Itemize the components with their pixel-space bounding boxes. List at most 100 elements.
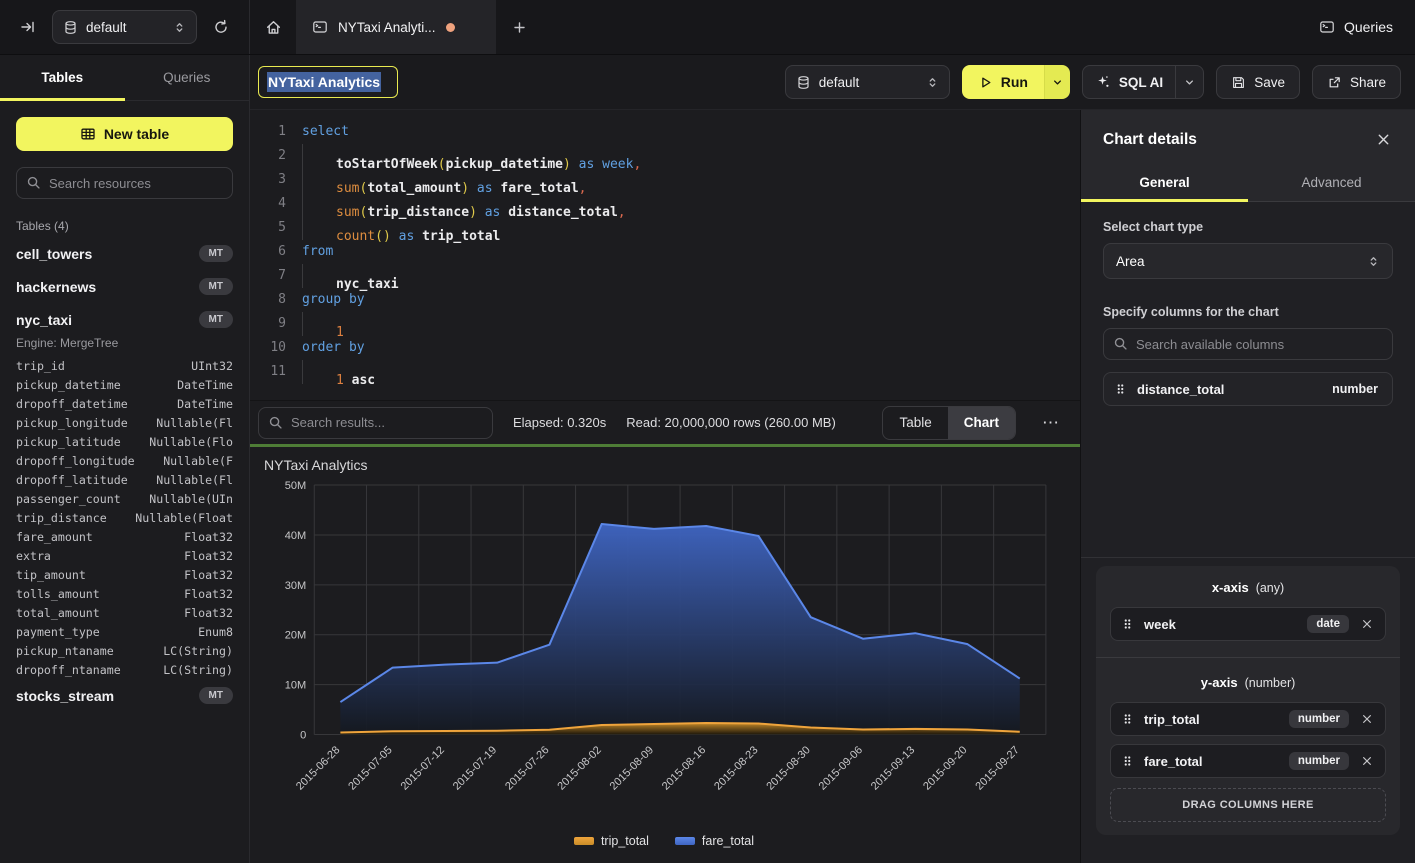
table-row[interactable]: stocks_streamMT [0, 679, 249, 712]
column-row[interactable]: total_amountFloat32 [0, 603, 249, 622]
column-type: UInt32 [191, 359, 233, 373]
remove-column-button[interactable] [1359, 711, 1375, 727]
column-row[interactable]: trip_idUInt32 [0, 356, 249, 375]
drop-zone[interactable]: DRAG COLUMNS HERE [1110, 788, 1386, 822]
more-options-button[interactable]: ⋯ [1036, 409, 1066, 437]
elapsed-stat: Elapsed: 0.320s [513, 415, 606, 430]
queries-button[interactable]: Queries [1319, 19, 1393, 35]
sql-editor[interactable]: 1select2toStartOfWeek(pickup_datetime) a… [250, 110, 1080, 400]
column-name: pickup_longitude [16, 416, 128, 430]
panel-body: Select chart type Area Specify columns f… [1081, 202, 1415, 863]
editor-line: 4sum(trip_distance) as distance_total, [256, 192, 1080, 216]
refresh-button[interactable] [207, 13, 235, 41]
chevron-down-icon [1051, 76, 1064, 89]
axis-divider [1096, 657, 1400, 658]
column-row[interactable]: trip_distanceNullable(Float [0, 508, 249, 527]
column-row[interactable]: pickup_longitudeNullable(Fl [0, 413, 249, 432]
database-selector[interactable]: default [52, 10, 197, 44]
svg-text:50M: 50M [285, 480, 306, 492]
column-row[interactable]: extraFloat32 [0, 546, 249, 565]
column-row[interactable]: payment_typeEnum8 [0, 622, 249, 641]
svg-text:2015-07-12: 2015-07-12 [399, 744, 447, 792]
line-number: 11 [256, 360, 286, 384]
legend-item[interactable]: fare_total [675, 834, 754, 848]
column-row[interactable]: dropoff_latitudeNullable(Fl [0, 470, 249, 489]
type-badge: number [1289, 710, 1349, 728]
svg-text:30M: 30M [285, 580, 306, 592]
column-row[interactable]: tolls_amountFloat32 [0, 584, 249, 603]
sql-ai-options-button[interactable] [1175, 66, 1203, 98]
axis-card: x-axis(any) weekdate y-axis(number) trip… [1096, 566, 1400, 835]
toolbar-database-selector[interactable]: default [785, 65, 950, 99]
new-tab-button[interactable] [496, 0, 542, 54]
column-row[interactable]: pickup_latitudeNullable(Flo [0, 432, 249, 451]
resources-search-input[interactable] [16, 167, 233, 199]
draggable-column[interactable]: fare_totalnumber [1110, 744, 1386, 778]
tab-title: NYTaxi Analyti... [338, 20, 436, 35]
table-row[interactable]: cell_towersMT [0, 237, 249, 270]
column-type: Float32 [184, 549, 233, 563]
line-content: select [302, 120, 349, 144]
column-type: Nullable(Fl [156, 473, 233, 487]
updown-chevron-icon [1367, 255, 1380, 268]
tab-advanced[interactable]: Advanced [1248, 163, 1415, 201]
panel-header: Chart details [1081, 110, 1415, 163]
column-type: Nullable(Float [135, 511, 233, 525]
svg-text:2015-09-06: 2015-09-06 [817, 744, 865, 792]
chart-type-value: Area [1116, 254, 1145, 269]
column-row[interactable]: fare_amountFloat32 [0, 527, 249, 546]
column-row[interactable]: dropoff_longitudeNullable(F [0, 451, 249, 470]
view-toggle-table[interactable]: Table [883, 407, 947, 439]
column-name: tolls_amount [16, 587, 100, 601]
query-title-input[interactable]: NYTaxi Analytics [258, 66, 398, 98]
remove-column-button[interactable] [1359, 616, 1375, 632]
view-toggle-chart[interactable]: Chart [948, 407, 1015, 439]
new-table-button[interactable]: New table [16, 117, 233, 151]
column-row[interactable]: dropoff_datetimeDateTime [0, 394, 249, 413]
column-row[interactable]: passenger_countNullable(UIn [0, 489, 249, 508]
svg-text:2015-07-26: 2015-07-26 [503, 744, 551, 792]
line-number: 6 [256, 240, 286, 264]
draggable-column[interactable]: distance_totalnumber [1103, 372, 1393, 406]
svg-text:2015-08-16: 2015-08-16 [660, 744, 708, 792]
chart-type-select[interactable]: Area [1103, 243, 1393, 279]
results-search-input[interactable] [258, 407, 493, 439]
column-row[interactable]: pickup_ntanameLC(String) [0, 641, 249, 660]
close-icon [1361, 755, 1373, 767]
draggable-column[interactable]: weekdate [1110, 607, 1386, 641]
column-pill-name: fare_total [1144, 754, 1279, 769]
share-button[interactable]: Share [1312, 65, 1401, 99]
sidebar-header: default [0, 0, 250, 54]
run-options-button[interactable] [1044, 65, 1070, 99]
area-chart-canvas[interactable]: 010M20M30M40M50M2015-06-282015-07-052015… [262, 475, 1066, 827]
available-columns-list: distance_totalnumber [1081, 372, 1415, 406]
drag-handle-icon [1114, 382, 1127, 396]
tab-general[interactable]: General [1081, 163, 1248, 201]
line-content: nyc_taxi [302, 264, 399, 288]
query-tab[interactable]: NYTaxi Analyti... [296, 0, 496, 54]
column-row[interactable]: tip_amountFloat32 [0, 565, 249, 584]
chart-legend: trip_total fare_total [262, 834, 1066, 848]
sidebar-collapse-button[interactable] [14, 13, 42, 41]
remove-column-button[interactable] [1359, 753, 1375, 769]
type-badge: date [1307, 615, 1349, 633]
columns-search-input[interactable] [1103, 328, 1393, 360]
sql-ai-button[interactable]: SQL AI [1083, 66, 1175, 98]
sidebar-tab-queries[interactable]: Queries [125, 55, 250, 100]
svg-text:10M: 10M [285, 680, 306, 692]
column-row[interactable]: dropoff_ntanameLC(String) [0, 660, 249, 679]
run-button[interactable]: Run [962, 65, 1044, 99]
home-tab-button[interactable] [250, 0, 296, 54]
column-row[interactable]: pickup_datetimeDateTime [0, 375, 249, 394]
table-row[interactable]: hackernewsMT [0, 270, 249, 303]
sidebar-tab-tables[interactable]: Tables [0, 55, 125, 100]
line-content: count() as trip_total [302, 216, 500, 240]
table-row[interactable]: nyc_taxiMT [0, 303, 249, 336]
panel-title: Chart details [1103, 131, 1197, 149]
draggable-column[interactable]: trip_totalnumber [1110, 702, 1386, 736]
save-button[interactable]: Save [1216, 65, 1300, 99]
editor-line: 5count() as trip_total [256, 216, 1080, 240]
svg-text:40M: 40M [285, 530, 306, 542]
close-panel-button[interactable] [1374, 130, 1393, 149]
legend-item[interactable]: trip_total [574, 834, 649, 848]
